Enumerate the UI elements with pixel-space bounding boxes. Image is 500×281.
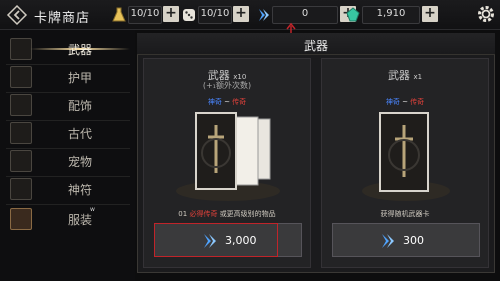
resource-blue-gem: 0 + bbox=[256, 6, 356, 24]
resource-energy: 10/10 + bbox=[112, 6, 180, 24]
sidebar-item-label: 服装 bbox=[68, 213, 93, 227]
sidebar-item-armor[interactable]: 护甲 bbox=[6, 64, 130, 90]
green-crystal-icon bbox=[346, 7, 360, 22]
resource-dice: 10/10 + bbox=[182, 6, 250, 24]
sidebar-item-weapon[interactable]: 武器 bbox=[6, 36, 130, 62]
add-energy-button[interactable]: + bbox=[163, 6, 179, 22]
highlight-box bbox=[154, 223, 278, 257]
armor-icon bbox=[10, 66, 32, 88]
single-card-image bbox=[362, 112, 450, 201]
card-stack-image bbox=[176, 112, 280, 201]
relic-icon bbox=[10, 122, 32, 144]
pack-card-x1: 武器 x1 神奇 ~ 传奇 获得随机武器卡 300 bbox=[321, 58, 489, 268]
pet-icon bbox=[10, 150, 32, 172]
sidebar-item-label: 宠物 bbox=[68, 155, 93, 169]
sidebar-item-label: 武器 bbox=[68, 43, 93, 57]
sidebar-item-costume[interactable]: 服装 bbox=[6, 206, 130, 232]
sidebar-item-label: 古代 bbox=[68, 127, 93, 141]
price-label: 300 bbox=[403, 234, 424, 247]
back-icon[interactable] bbox=[6, 4, 28, 26]
sword-icon bbox=[10, 38, 32, 60]
flask-icon bbox=[112, 7, 126, 22]
pack-note: 获得随机武器卡 bbox=[380, 210, 430, 218]
page-title: 卡牌商店 bbox=[34, 11, 91, 26]
pack-subtitle: (+₁额外次数) bbox=[202, 81, 252, 90]
panel-header: 武器 bbox=[137, 33, 495, 55]
resource-energy-value: 10/10 bbox=[130, 8, 160, 19]
divider bbox=[6, 204, 130, 205]
pack-note: 01 必得传奇 或更高级别的物品 bbox=[178, 210, 276, 218]
add-dice-button[interactable]: + bbox=[233, 6, 249, 22]
pack-title: 武器 x1 bbox=[387, 69, 423, 82]
sidebar-item-label: 配饰 bbox=[68, 99, 93, 113]
resource-dice-value: 10/10 bbox=[200, 8, 230, 19]
sidebar-item-pet[interactable]: 宠物 bbox=[6, 148, 130, 174]
resource-green-gem-value: 1,910 bbox=[376, 8, 406, 19]
sidebar-item-label: 神符 bbox=[68, 183, 93, 197]
rarity-range: 神奇 ~ 传奇 bbox=[207, 98, 247, 106]
sidebar-item-rune[interactable]: 神符 bbox=[6, 176, 130, 202]
add-green-gem-button[interactable]: + bbox=[422, 6, 438, 22]
resource-blue-gem-value: 0 bbox=[301, 8, 309, 19]
rarity-range: 神奇 ~ 传奇 bbox=[385, 98, 425, 106]
sidebar-item-label: 护甲 bbox=[68, 71, 93, 85]
gear-icon[interactable] bbox=[476, 4, 496, 24]
blue-crystal-icon bbox=[259, 9, 269, 21]
panel-title: 武器 bbox=[303, 39, 328, 53]
dice-icon bbox=[183, 9, 195, 21]
buy-x1-button[interactable]: 300 bbox=[332, 223, 480, 257]
blue-crystal-icon bbox=[382, 234, 394, 248]
rune-icon bbox=[10, 178, 32, 200]
pack-card-x10: 武器 x10 (+₁额外次数) 神奇 ~ 传奇 01 必得传奇 或更高级别的物品… bbox=[143, 58, 311, 268]
sidebar-item-accessory[interactable]: 配饰 bbox=[6, 92, 130, 118]
sidebar-item-ancient[interactable]: 古代 bbox=[6, 120, 130, 146]
ring-icon bbox=[10, 94, 32, 116]
resource-green-gem: 1,910 + bbox=[346, 6, 438, 24]
marker-text: w bbox=[90, 206, 95, 213]
costume-icon bbox=[10, 208, 32, 230]
